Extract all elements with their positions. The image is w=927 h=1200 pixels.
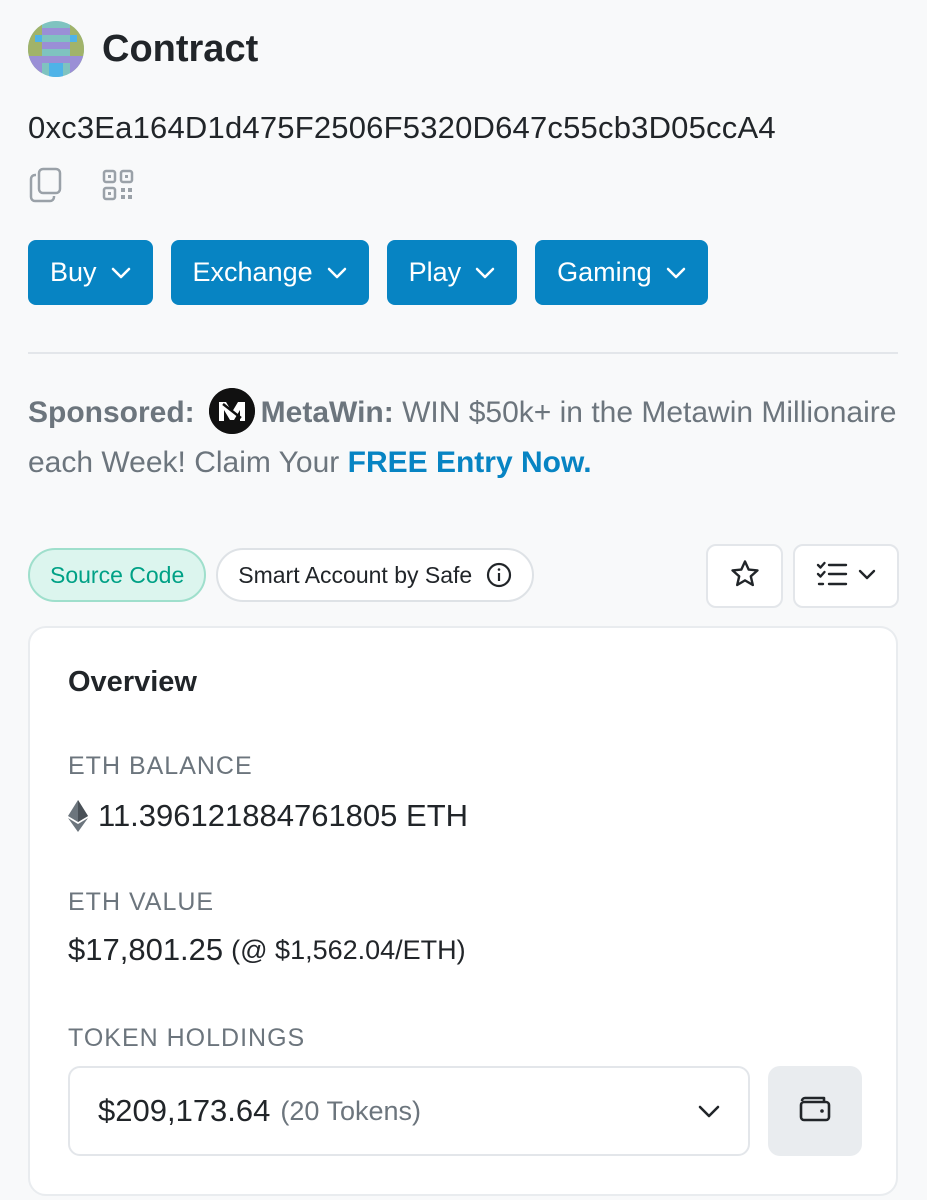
buy-button[interactable]: Buy — [28, 240, 153, 305]
source-code-badge[interactable]: Source Code — [28, 548, 207, 602]
source-code-label: Source Code — [50, 561, 185, 588]
chevron-down-icon — [698, 1105, 720, 1118]
chevron-down-icon — [858, 567, 876, 585]
contract-address: 0xc3Ea164D1d475F2506F5320D647c55cb3D05cc… — [28, 110, 776, 145]
checklist-icon — [816, 561, 848, 592]
gaming-button-label: Gaming — [557, 257, 652, 287]
chevron-down-icon — [475, 267, 495, 279]
sponsored-brand: MetaWin: — [260, 396, 394, 429]
nav-button-row: Buy Exchange Play Gaming — [28, 240, 708, 305]
exchange-button-label: Exchange — [192, 257, 313, 287]
star-icon — [730, 559, 760, 594]
gaming-button[interactable]: Gaming — [535, 240, 708, 305]
eth-value-row: $17,801.25 (@ $1,562.04/ETH) — [68, 932, 466, 968]
favorite-button[interactable] — [706, 544, 783, 608]
page-header: Contract — [28, 20, 258, 78]
token-holdings-count: (20 Tokens) — [280, 1095, 421, 1126]
section-divider — [28, 352, 898, 354]
page-title: Contract — [102, 27, 259, 70]
eth-balance-value: 11.396121884761805 ETH — [98, 798, 469, 833]
wallet-icon — [798, 1095, 832, 1128]
chevron-down-icon — [666, 267, 686, 279]
play-button-label: Play — [408, 257, 462, 287]
contract-tags: Source Code Smart Account by Safe — [28, 548, 535, 602]
ethereum-icon — [68, 800, 88, 832]
eth-balance-label: ETH BALANCE — [68, 752, 253, 780]
chevron-down-icon — [327, 267, 347, 279]
eth-balance-row: 11.396121884761805 ETH — [68, 798, 468, 834]
overview-card: Overview ETH BALANCE 11.396121884761805 … — [28, 626, 898, 1196]
qr-code-icon[interactable] — [102, 169, 134, 201]
token-holdings-amount: $209,173.64 — [98, 1093, 271, 1128]
sponsored-cta-link[interactable]: FREE Entry Now. — [348, 446, 592, 479]
info-icon — [486, 562, 512, 588]
overview-title: Overview — [68, 666, 197, 698]
metawin-logo-icon — [208, 388, 255, 435]
token-holdings-label: TOKEN HOLDINGS — [68, 1024, 306, 1052]
eth-value-label: ETH VALUE — [68, 888, 215, 916]
copy-icon[interactable] — [28, 166, 64, 204]
sponsored-banner: Sponsored: MetaWin: WIN $50k+ in the Meta… — [28, 388, 898, 488]
play-button[interactable]: Play — [386, 240, 518, 305]
smart-account-badge[interactable]: Smart Account by Safe — [216, 548, 535, 602]
address-actions — [28, 166, 134, 204]
sponsored-prefix: Sponsored: — [28, 396, 195, 429]
eth-value-rate: (@ $1,562.04/ETH) — [231, 934, 466, 965]
eth-value-amount: $17,801.25 — [68, 932, 224, 967]
contract-avatar-icon — [28, 21, 84, 77]
wallet-button[interactable] — [768, 1066, 862, 1156]
more-options-button[interactable] — [793, 544, 899, 608]
smart-account-label: Smart Account by Safe — [238, 561, 473, 588]
exchange-button[interactable]: Exchange — [170, 240, 369, 305]
token-holdings-dropdown[interactable]: $209,173.64 (20 Tokens) — [68, 1066, 750, 1156]
buy-button-label: Buy — [50, 257, 97, 287]
chevron-down-icon — [111, 267, 131, 279]
